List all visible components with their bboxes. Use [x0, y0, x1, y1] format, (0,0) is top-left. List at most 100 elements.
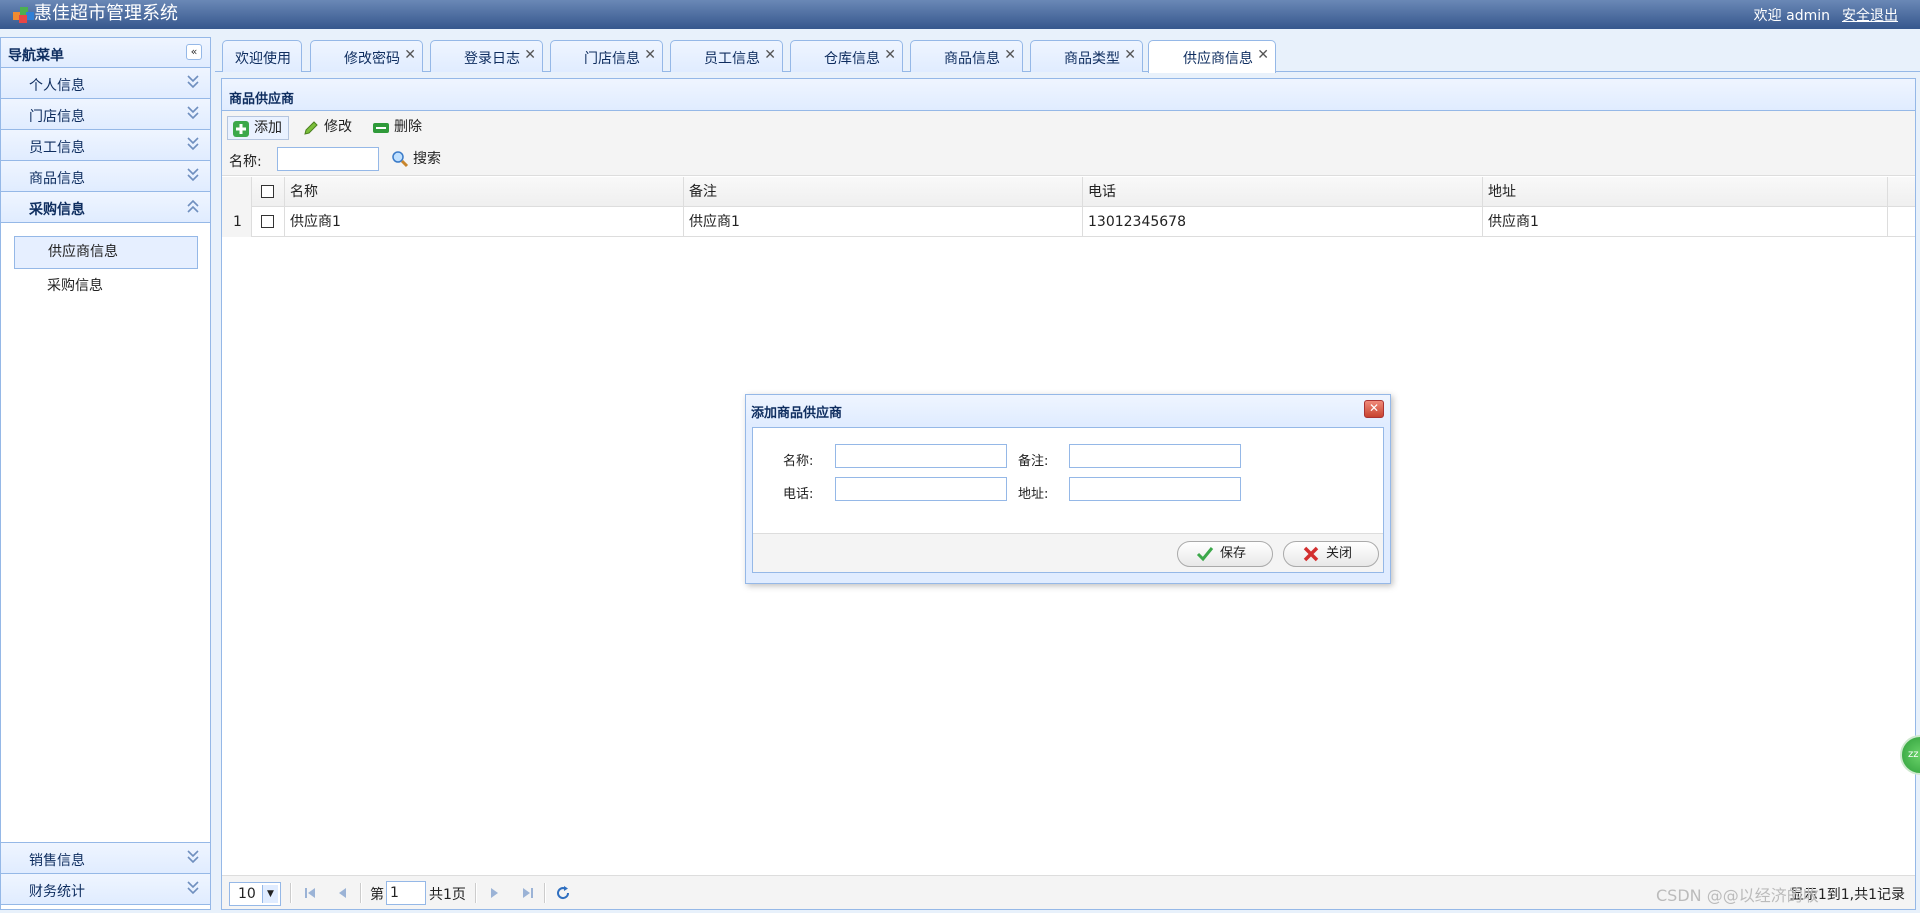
tab-label: 登录日志: [464, 51, 520, 67]
close-button[interactable]: 关闭: [1283, 541, 1379, 567]
tab-product-info[interactable]: 商品信息 ✕: [910, 40, 1023, 72]
close-icon[interactable]: ✕: [1004, 47, 1016, 63]
row-select-cell: [252, 207, 285, 237]
pager-separator: [544, 883, 546, 903]
select-all-checkbox[interactable]: [261, 185, 274, 198]
address-field[interactable]: [1069, 477, 1241, 501]
column-header-phone[interactable]: 电话: [1083, 177, 1483, 207]
delete-button-label: 删除: [394, 119, 422, 135]
save-button[interactable]: 保存: [1177, 541, 1273, 567]
search-icon: [392, 151, 409, 168]
sidebar-item-product[interactable]: 商品信息: [1, 161, 210, 192]
column-header-remark[interactable]: 备注: [684, 177, 1083, 207]
search-label: 名称:: [229, 154, 262, 170]
collapse-sidebar-icon[interactable]: «: [186, 44, 202, 60]
purchase-submenu: 供应商信息 采购信息: [1, 223, 210, 843]
row-checkbox[interactable]: [261, 215, 274, 228]
close-button-label: 关闭: [1326, 546, 1353, 561]
last-page-icon[interactable]: [520, 885, 536, 901]
tab-product-type[interactable]: 商品类型 ✕: [1030, 40, 1143, 72]
pager-separator: [290, 883, 292, 903]
page-number-input[interactable]: 1: [386, 881, 426, 905]
sidebar-item-finance[interactable]: 财务统计: [1, 874, 210, 905]
table-row[interactable]: 1 供应商1 供应商1 13012345678 供应商1: [222, 207, 1915, 237]
tab-login-log[interactable]: 登录日志 ✕: [430, 40, 543, 72]
sidebar-item-store[interactable]: 门店信息: [1, 99, 210, 130]
first-page-icon[interactable]: [302, 885, 318, 901]
sidebar-item-purchase[interactable]: 采购信息: [1, 192, 210, 223]
remark-field[interactable]: [1069, 444, 1241, 468]
tab-label: 供应商信息: [1183, 51, 1253, 67]
double-chevron-down-icon: [186, 134, 200, 154]
sidebar-item-label: 员工信息: [29, 140, 85, 156]
double-chevron-down-icon: [186, 103, 200, 123]
dialog-header: 添加商品供应商 ✕: [746, 395, 1390, 425]
chevron-down-icon: ▼: [262, 885, 278, 903]
sidebar: 导航菜单 « 个人信息 门店信息 员工信息 商品信息 采购信息 供应商信息 采购…: [0, 37, 211, 910]
select-all-cell: [252, 177, 285, 207]
app-header: 惠佳超市管理系统 欢迎 admin 安全退出: [0, 0, 1920, 29]
pager-separator: [475, 883, 477, 903]
tab-label: 欢迎使用: [235, 51, 291, 67]
sidebar-item-label: 商品信息: [29, 171, 85, 187]
add-button-label: 添加: [254, 120, 282, 136]
submenu-supplier-info[interactable]: 供应商信息: [14, 236, 198, 269]
next-page-icon[interactable]: [487, 885, 503, 901]
remove-icon: [373, 123, 389, 133]
tab-welcome[interactable]: 欢迎使用: [222, 40, 302, 72]
welcome-text: 欢迎 admin: [1753, 8, 1830, 24]
add-button[interactable]: 添加: [227, 116, 289, 140]
name-field[interactable]: [835, 444, 1007, 468]
rownum-header: [222, 177, 252, 207]
double-chevron-down-icon: [186, 72, 200, 92]
phone-field[interactable]: [835, 477, 1007, 501]
edit-button-label: 修改: [324, 119, 352, 135]
app-logo-icon: [13, 7, 34, 23]
tab-change-password[interactable]: 修改密码 ✕: [310, 40, 423, 72]
search-input[interactable]: [277, 147, 379, 171]
logout-link[interactable]: 安全退出: [1842, 5, 1898, 25]
close-icon[interactable]: ✕: [644, 47, 656, 63]
edit-button[interactable]: 修改: [298, 116, 358, 140]
dialog-footer: 保存 关闭: [753, 533, 1383, 572]
supplier-grid: 名称 备注 电话 地址 1 供应商1 供应商1 13012345678 供应商1: [222, 177, 1915, 237]
search-button-label: 搜索: [413, 151, 441, 167]
tab-store-info[interactable]: 门店信息 ✕: [550, 40, 663, 72]
close-icon[interactable]: ✕: [1124, 47, 1136, 63]
sidebar-item-sales[interactable]: 销售信息: [1, 843, 210, 874]
csdn-watermark: CSDN @@以经济的收: [1656, 886, 1819, 905]
close-icon[interactable]: ✕: [404, 47, 416, 63]
close-icon[interactable]: ✕: [1257, 47, 1269, 63]
sidebar-item-employee[interactable]: 员工信息: [1, 130, 210, 161]
tab-label: 仓库信息: [824, 51, 880, 67]
search-button[interactable]: 搜索: [391, 148, 441, 170]
submenu-purchase-info[interactable]: 采购信息: [14, 271, 198, 304]
tab-employee-info[interactable]: 员工信息 ✕: [670, 40, 783, 72]
prev-page-icon[interactable]: [334, 885, 350, 901]
add-supplier-dialog: 添加商品供应商 ✕ 名称: 备注: 电话: 地址: 保存 关闭: [745, 394, 1391, 584]
column-header-name[interactable]: 名称: [285, 177, 684, 207]
delete-button[interactable]: 删除: [368, 116, 428, 140]
dialog-close-icon[interactable]: ✕: [1364, 400, 1384, 418]
name-label: 名称:: [783, 454, 814, 469]
page-size-value: 10: [238, 886, 256, 902]
pager-separator: [360, 883, 362, 903]
sidebar-item-label: 采购信息: [29, 202, 85, 218]
grid-header: 名称 备注 电话 地址: [222, 177, 1915, 207]
close-icon[interactable]: ✕: [524, 47, 536, 63]
sidebar-item-label: 财务统计: [29, 884, 85, 900]
double-chevron-down-icon: [186, 878, 200, 898]
tab-bar: 欢迎使用 修改密码 ✕ 登录日志 ✕ 门店信息 ✕ 员工信息 ✕ 仓库信息 ✕ …: [215, 37, 1920, 73]
cell-remark: 供应商1: [684, 207, 1083, 237]
close-icon[interactable]: ✕: [884, 47, 896, 63]
close-icon[interactable]: ✕: [764, 47, 776, 63]
refresh-icon[interactable]: [555, 885, 571, 901]
tab-supplier-info[interactable]: 供应商信息 ✕: [1148, 40, 1276, 73]
sidebar-item-label: 门店信息: [29, 109, 85, 125]
page-size-select[interactable]: 10 ▼: [229, 882, 281, 906]
sidebar-item-personal[interactable]: 个人信息: [1, 68, 210, 99]
double-chevron-down-icon: [186, 165, 200, 185]
close-x-icon: [1303, 546, 1319, 562]
column-header-address[interactable]: 地址: [1483, 177, 1888, 207]
tab-warehouse-info[interactable]: 仓库信息 ✕: [790, 40, 903, 72]
